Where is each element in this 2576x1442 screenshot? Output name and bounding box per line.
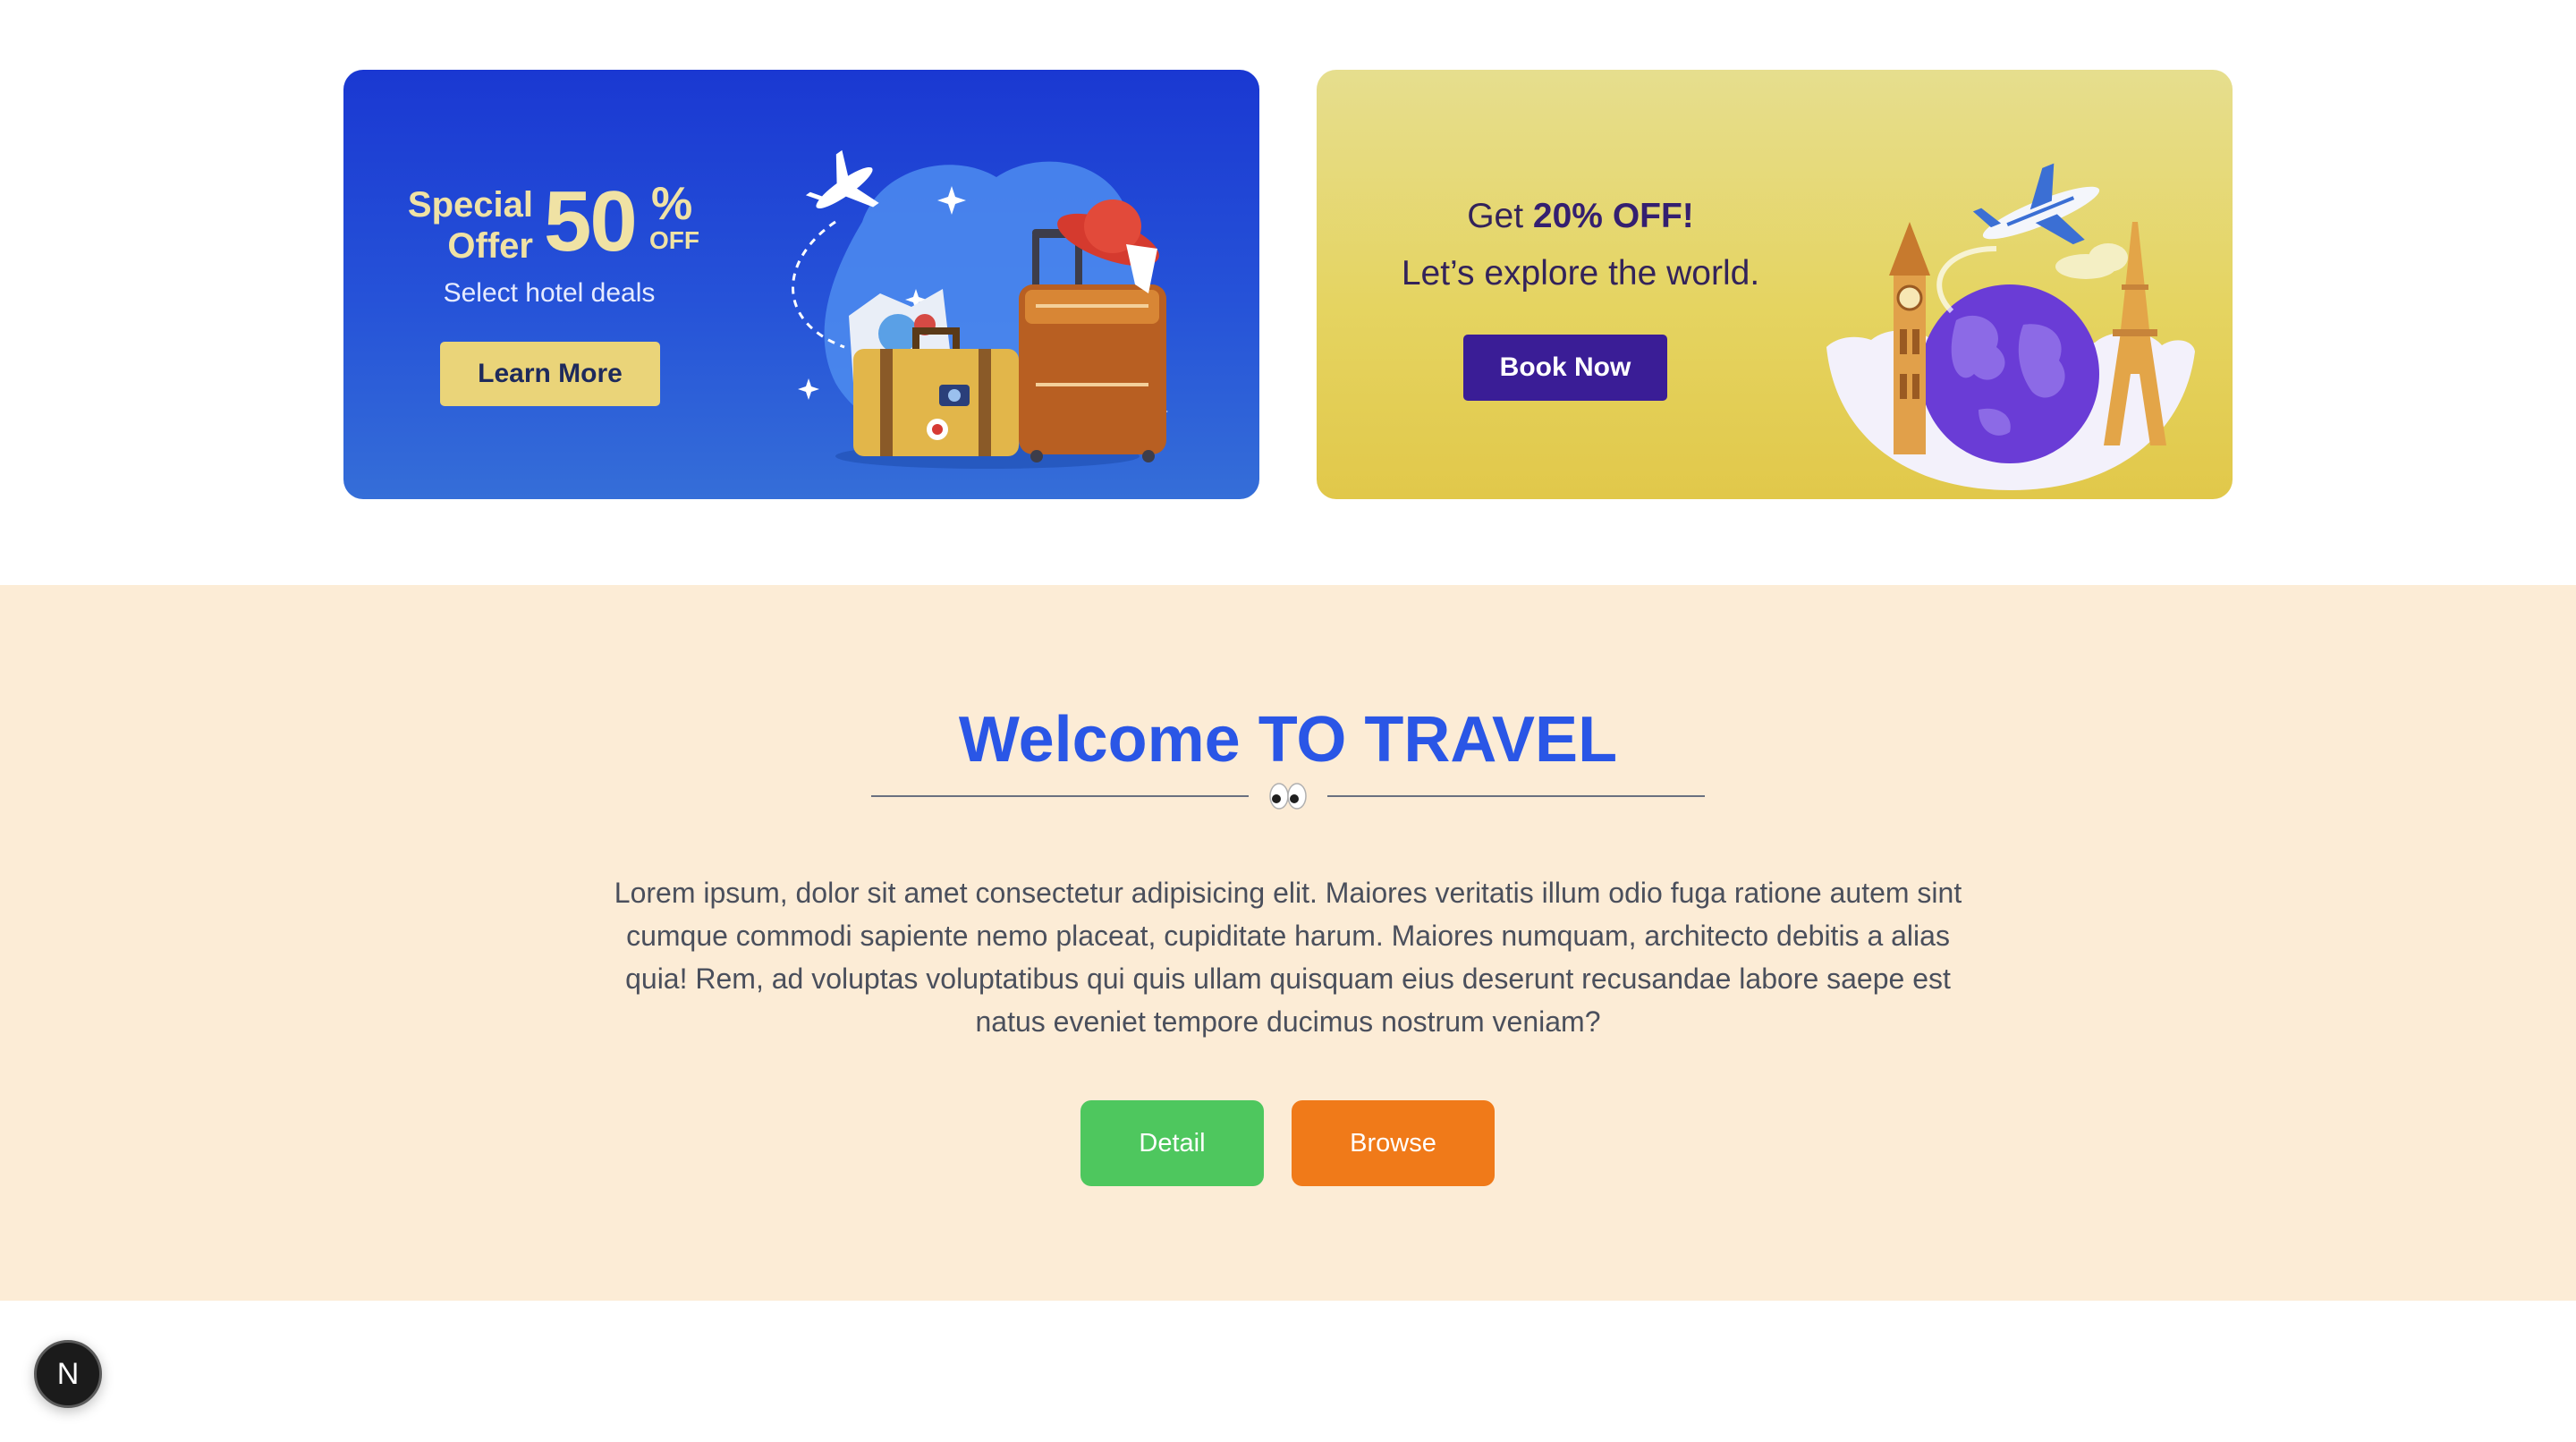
divider-line-right: [1327, 795, 1705, 797]
browse-button[interactable]: Browse: [1292, 1100, 1495, 1186]
explore-tagline: Let’s explore the world.: [1401, 254, 1760, 293]
detail-button[interactable]: Detail: [1080, 1100, 1264, 1186]
explore-offer-banner[interactable]: Get 20% OFF! Let’s explore the world. Bo…: [1317, 70, 2233, 499]
promo-banners: Special Offer 50 % OFF Select hotel deal…: [0, 0, 2576, 585]
globe-illustration: [1826, 163, 2195, 490]
discount-line: Get 20% OFF!: [1361, 188, 1800, 245]
explore-offer-text: Get 20% OFF! Let’s explore the world.: [1361, 188, 1800, 302]
book-now-button[interactable]: Book Now: [1463, 335, 1667, 401]
special-offer-text: Special Offer: [397, 184, 533, 267]
yellow-suitcase: [853, 327, 1019, 456]
badge-letter: N: [56, 1356, 80, 1391]
special-word: Special: [407, 185, 533, 225]
discount-number: 50: [544, 174, 638, 269]
special-offer-block: Special Offer 50 % OFF: [397, 175, 699, 272]
eyes-icon: [1269, 783, 1307, 810]
cloud-icon: [2055, 243, 2128, 279]
divider-line-left: [871, 795, 1249, 797]
welcome-description: Lorem ipsum, dolor sit amet consectetur …: [614, 877, 1962, 1038]
learn-more-button[interactable]: Learn More: [440, 342, 660, 406]
get-word: Get: [1467, 197, 1524, 235]
clock-tower-icon: [1889, 222, 1930, 454]
sparkle-icon: [798, 378, 819, 400]
welcome-section: Welcome TO TRAVEL Lorem ipsum, dolor sit…: [0, 585, 2576, 1301]
discount-amount: 20% OFF!: [1532, 197, 1694, 235]
dev-tools-badge[interactable]: N: [34, 1340, 102, 1408]
off-label: OFF: [649, 226, 699, 254]
percent-sign: %: [651, 178, 693, 230]
offer-word: Offer: [447, 226, 533, 266]
luggage-illustration: [792, 149, 1168, 469]
hotel-offer-banner[interactable]: Special Offer 50 % OFF Select hotel deal…: [343, 70, 1259, 499]
hotel-deals-subtitle: Select hotel deals: [443, 278, 656, 308]
welcome-title: Welcome TO TRAVEL: [958, 704, 1618, 776]
globe-icon: [1920, 284, 2099, 463]
